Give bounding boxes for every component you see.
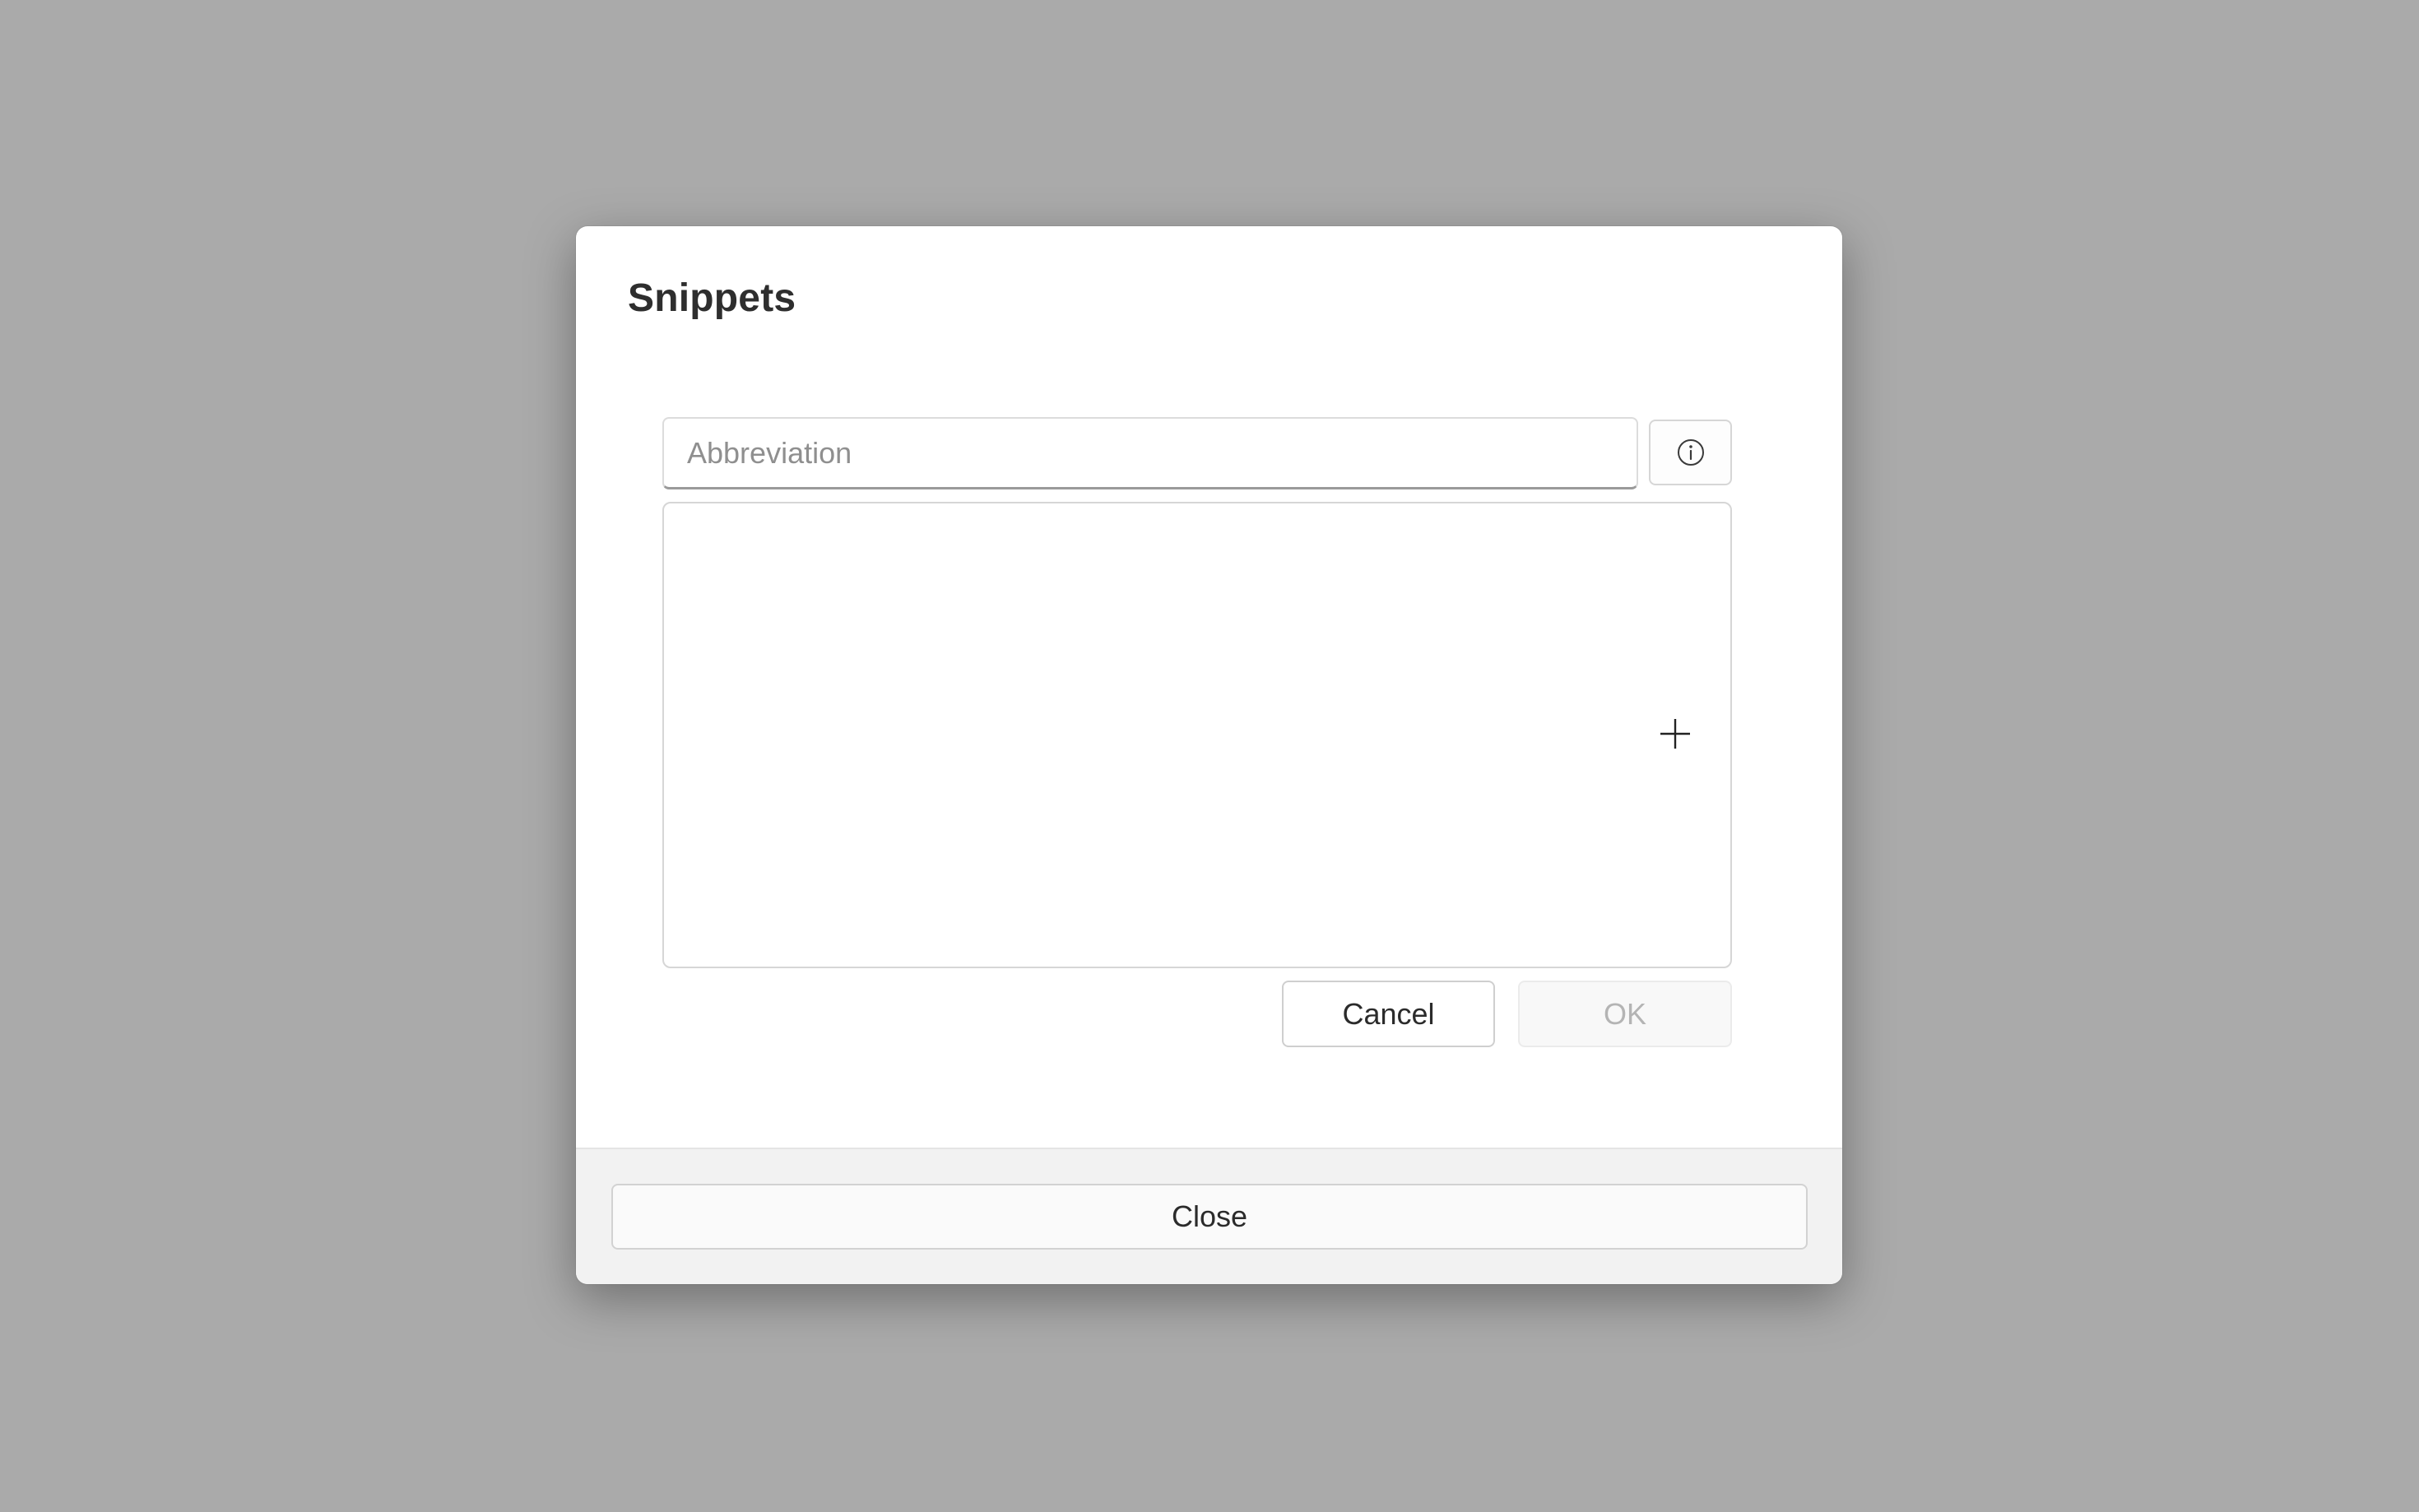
- abbreviation-input[interactable]: [662, 417, 1638, 489]
- dialog-title: Snippets: [628, 276, 796, 320]
- cancel-button[interactable]: Cancel: [1282, 981, 1495, 1047]
- snippet-content-area[interactable]: [662, 502, 1732, 968]
- plus-icon[interactable]: [1659, 717, 1692, 750]
- close-button[interactable]: Close: [611, 1184, 1808, 1250]
- snippets-dialog: Snippets Cancel OK Close: [576, 226, 1842, 1284]
- dialog-footer: Close: [576, 1148, 1842, 1284]
- info-button[interactable]: [1649, 420, 1732, 485]
- info-circle-icon: [1677, 439, 1704, 466]
- ok-button[interactable]: OK: [1518, 981, 1732, 1047]
